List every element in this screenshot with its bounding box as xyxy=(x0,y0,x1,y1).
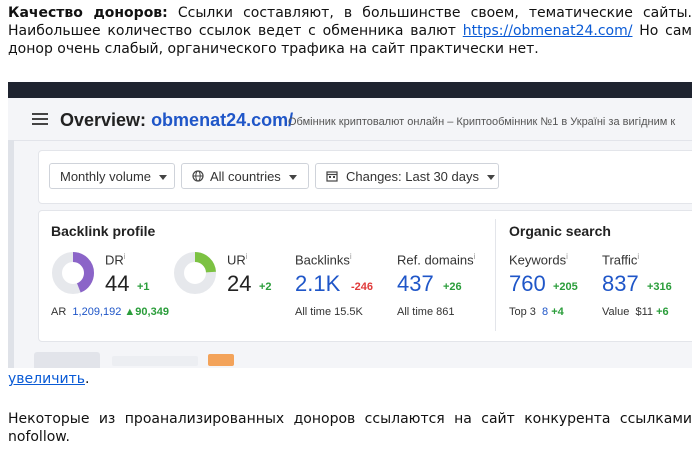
changes-period-dropdown[interactable]: Changes: Last 30 days xyxy=(315,163,499,189)
donor-quality-heading: Качество доноров: xyxy=(8,5,168,21)
dr-label: DRi xyxy=(105,252,126,268)
ur-value: 24 xyxy=(227,271,252,296)
dr-delta: +1 xyxy=(137,281,150,293)
chevron-down-icon xyxy=(486,175,495,181)
top3-delta: +4 xyxy=(551,306,564,318)
value-label: Value xyxy=(602,306,630,318)
ref-domains-value[interactable]: 437 xyxy=(397,271,434,297)
traffic-label: Traffici xyxy=(602,252,640,268)
keywords-delta: +205 xyxy=(553,281,578,293)
chevron-down-icon xyxy=(288,175,297,181)
info-icon[interactable]: i xyxy=(350,252,352,261)
filters-card: Monthly volume All countries Changes: La… xyxy=(38,150,692,204)
overview-label: Overview: xyxy=(60,110,147,130)
chevron-down-icon xyxy=(159,175,168,181)
ur-donut-chart xyxy=(174,252,216,294)
ahrefs-screenshot: Overview: obmenat24.com/ Обмінник крипто… xyxy=(8,82,692,368)
backlink-profile-title: Backlink profile xyxy=(51,223,156,239)
countries-label: All countries xyxy=(210,169,281,184)
tab-second-cropped[interactable] xyxy=(112,356,198,366)
changes-period-label: Changes: Last 30 days xyxy=(346,169,479,184)
countries-dropdown[interactable]: All countries xyxy=(181,163,309,189)
ar-value[interactable]: 1,209,192 xyxy=(72,306,121,318)
monthly-volume-label: Monthly volume xyxy=(60,169,152,184)
keywords-label: Keywordsi xyxy=(509,252,568,268)
intro-paragraph: Качество доноров: Ссылки составляют, в б… xyxy=(8,4,692,58)
menu-icon[interactable] xyxy=(32,113,48,125)
info-icon[interactable]: i xyxy=(246,252,248,261)
ref-domains-label: Ref. domainsi xyxy=(397,252,476,268)
backlinks-all-time: All time 15.5K xyxy=(295,306,363,318)
info-icon[interactable]: i xyxy=(474,252,476,261)
backlinks-label: Backlinksi xyxy=(295,252,352,268)
top3-value[interactable]: 8 xyxy=(542,306,548,318)
info-icon[interactable]: i xyxy=(566,252,568,261)
top3-row: Top 3 8 +4 xyxy=(509,306,564,318)
monthly-volume-dropdown[interactable]: Monthly volume xyxy=(49,163,175,189)
enlarge-link[interactable]: увеличить xyxy=(8,371,85,387)
ur-delta: +2 xyxy=(259,281,272,293)
value-delta: +6 xyxy=(656,306,669,318)
left-rail xyxy=(8,140,14,368)
section-divider xyxy=(495,219,496,331)
ur-label: URi xyxy=(227,252,248,268)
traffic-delta: +316 xyxy=(647,281,672,293)
dr-value: 44 xyxy=(105,271,130,296)
nofollow-paragraph: Некоторые из проанализированных доноров … xyxy=(8,411,692,445)
ar-row: AR 1,209,192 ▲90,349 xyxy=(51,306,169,318)
enlarge-tail: . xyxy=(84,371,90,387)
info-icon[interactable]: i xyxy=(637,252,639,261)
dr-donut-chart xyxy=(52,252,94,294)
ar-label: AR xyxy=(51,306,67,318)
enlarge-line: увеличить. xyxy=(8,370,692,388)
top3-label: Top 3 xyxy=(509,306,536,318)
ref-domains-all-time: All time 861 xyxy=(397,306,455,318)
overview-domain: obmenat24.com/ xyxy=(151,110,294,130)
new-badge-cropped xyxy=(208,354,234,366)
info-icon[interactable]: i xyxy=(124,252,126,261)
traffic-value[interactable]: 837 xyxy=(602,271,639,297)
donor-link[interactable]: https://obmenat24.com/ xyxy=(463,23,633,39)
overview-subtitle: Обмінник криптовалют онлайн – Криптообмі… xyxy=(288,116,676,128)
ref-domains-delta: +26 xyxy=(443,281,462,293)
ar-delta: ▲90,349 xyxy=(124,306,169,318)
globe-icon xyxy=(192,170,204,182)
metrics-card: Backlink profile Organic search DRi 44 +… xyxy=(38,210,692,342)
backlinks-value[interactable]: 2.1K xyxy=(295,271,340,297)
keywords-value[interactable]: 760 xyxy=(509,271,546,297)
top-dark-bar xyxy=(8,82,692,98)
value-amount: $11 xyxy=(635,306,653,318)
backlinks-delta: -246 xyxy=(351,281,374,293)
value-row: Value $11 +6 xyxy=(602,306,669,318)
organic-search-title: Organic search xyxy=(509,223,611,239)
calendar-icon xyxy=(326,171,338,182)
tab-overview-cropped[interactable] xyxy=(34,352,100,368)
overview-title: Overview: obmenat24.com/ xyxy=(60,110,293,131)
